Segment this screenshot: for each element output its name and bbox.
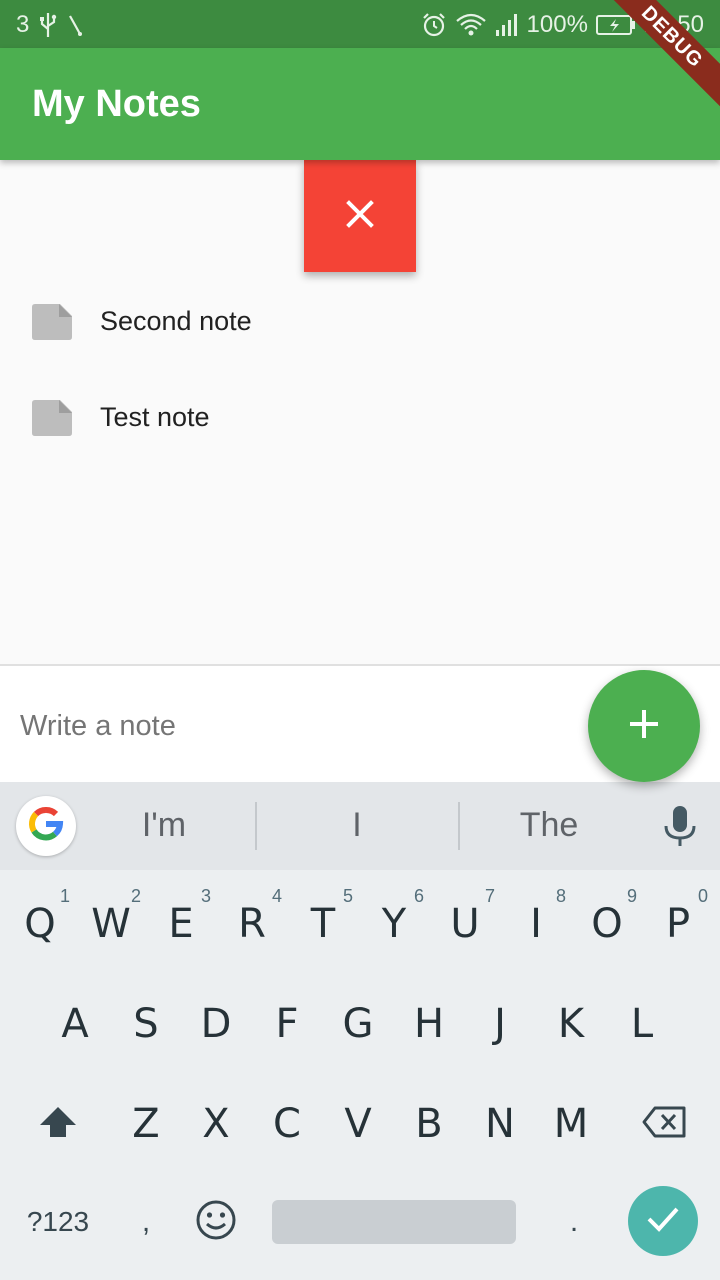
enter-key[interactable] [628, 1186, 698, 1256]
app-bar: My Notes [0, 48, 720, 160]
key-u[interactable]: U7 [429, 874, 501, 974]
comma-key[interactable]: , [120, 1174, 172, 1270]
suggestion-2[interactable]: I [267, 806, 447, 845]
google-icon [27, 805, 65, 848]
key-s[interactable]: S [110, 974, 182, 1074]
key-number: 0 [697, 886, 708, 906]
backspace-key[interactable] [626, 1074, 702, 1174]
key-b[interactable]: B [393, 1074, 465, 1174]
signal-icon [495, 12, 519, 38]
battery-percent: 100% [526, 11, 588, 38]
note-input[interactable] [20, 704, 560, 748]
plus-icon [627, 707, 661, 746]
emoji-key[interactable] [186, 1174, 246, 1270]
key-h[interactable]: H [393, 974, 465, 1074]
emoji-icon [195, 1199, 237, 1246]
key-label: O [591, 901, 623, 947]
key-f[interactable]: F [251, 974, 323, 1074]
wifi-icon [455, 12, 487, 38]
key-t[interactable]: T5 [287, 874, 359, 974]
battery-charging-icon [595, 14, 636, 36]
spacebar[interactable] [272, 1200, 516, 1244]
close-icon [344, 198, 376, 235]
key-number: 3 [200, 886, 211, 906]
key-number: 5 [342, 886, 353, 906]
app-title: My Notes [32, 83, 201, 125]
key-number: 9 [626, 886, 637, 906]
shift-key[interactable] [20, 1074, 96, 1174]
key-c[interactable]: C [251, 1074, 323, 1174]
key-o[interactable]: O9 [571, 874, 643, 974]
dismiss-button[interactable] [304, 160, 416, 272]
key-i[interactable]: I8 [500, 874, 572, 974]
usb-icon [39, 12, 57, 38]
suggestion-1[interactable]: I'm [74, 806, 254, 845]
backspace-icon [641, 1105, 687, 1144]
note-icon [32, 400, 72, 441]
key-number: 6 [413, 886, 424, 906]
status-left: 3 [16, 11, 83, 39]
key-x[interactable]: X [180, 1074, 252, 1174]
key-number: 4 [271, 886, 282, 906]
key-label: R [238, 901, 266, 947]
key-label: T [310, 901, 336, 947]
key-number: 7 [484, 886, 495, 906]
shift-icon [38, 1105, 78, 1144]
key-e[interactable]: E3 [145, 874, 217, 974]
key-label: U [450, 901, 480, 947]
key-k[interactable]: K [535, 974, 607, 1074]
key-label: I [530, 901, 542, 947]
google-button[interactable] [16, 796, 76, 856]
keyboard: I'm I The Q1 W2 E3 R4 T5 Y6 U7 I8 O9 P0 … [0, 782, 720, 1280]
key-label: E [168, 901, 194, 947]
suggestion-bar: I'm I The [0, 782, 720, 870]
note-icon [32, 304, 72, 345]
key-label: P [665, 901, 691, 947]
key-v[interactable]: V [322, 1074, 394, 1174]
key-l[interactable]: L [606, 974, 678, 1074]
key-y[interactable]: Y6 [358, 874, 430, 974]
key-a[interactable]: A [39, 974, 111, 1074]
key-q[interactable]: Q1 [4, 874, 76, 974]
status-bar: 3 100% 21:50 [0, 0, 720, 48]
period-key[interactable]: . [548, 1174, 600, 1270]
key-d[interactable]: D [180, 974, 252, 1074]
suggestion-divider [255, 802, 257, 850]
key-label: W [91, 901, 131, 947]
suggestion-3[interactable]: The [459, 806, 639, 845]
alarm-icon [421, 12, 447, 38]
key-r[interactable]: R4 [216, 874, 288, 974]
key-m[interactable]: M [535, 1074, 607, 1174]
sim-label: 3 [16, 11, 30, 38]
note-label: Test note [100, 402, 210, 432]
key-number: 8 [555, 886, 566, 906]
key-label: Y [381, 901, 407, 947]
add-note-button[interactable] [588, 670, 700, 782]
key-number: 1 [59, 886, 70, 906]
key-z[interactable]: Z [110, 1074, 182, 1174]
debug-bridge-icon [67, 12, 83, 38]
key-label: Q [24, 901, 56, 947]
symbols-key[interactable]: ?123 [10, 1174, 106, 1270]
key-w[interactable]: W2 [75, 874, 147, 974]
key-n[interactable]: N [464, 1074, 536, 1174]
key-number: 2 [130, 886, 141, 906]
list-item[interactable]: Second note [0, 276, 720, 372]
checkmark-icon [645, 1204, 681, 1239]
list-item[interactable]: Test note [0, 372, 720, 468]
key-g[interactable]: G [322, 974, 394, 1074]
note-label: Second note [100, 306, 252, 336]
mic-icon[interactable] [660, 804, 700, 853]
key-j[interactable]: J [464, 974, 536, 1074]
key-p[interactable]: P0 [642, 874, 714, 974]
